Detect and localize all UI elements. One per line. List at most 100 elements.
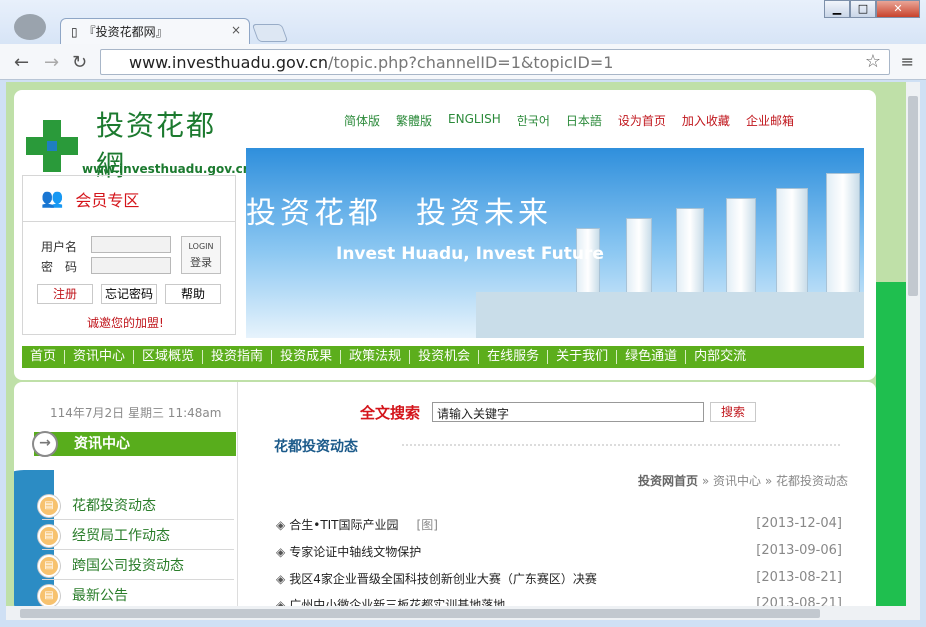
- link-set-homepage[interactable]: 设为首页: [618, 112, 666, 129]
- nav-results[interactable]: 投资成果: [272, 350, 342, 364]
- nav-home[interactable]: 首页: [22, 350, 66, 364]
- address-bar[interactable]: www.investhuadu.gov.cn/topic.php?channel…: [100, 49, 890, 75]
- news-center-label: 资讯中心: [74, 436, 130, 452]
- sidebar-item-label: 跨国公司投资动态: [72, 558, 184, 574]
- breadcrumb-news[interactable]: 资讯中心: [713, 474, 761, 488]
- sidebar-item-announcements[interactable]: ▤ 最新公告: [38, 582, 234, 606]
- search-input[interactable]: 请输入关键字: [432, 402, 704, 422]
- star-icon[interactable]: ☆: [865, 51, 881, 72]
- username-label: 用户名: [41, 240, 78, 254]
- nav-region[interactable]: 区域概览: [134, 350, 204, 364]
- nav-opportunities[interactable]: 投资机会: [410, 350, 480, 364]
- login-cn: 登录: [190, 256, 212, 269]
- link-simplified[interactable]: 简体版: [344, 112, 380, 129]
- section-title: 花都投资动态: [274, 439, 358, 455]
- banner-subtitle: Invest Huadu, Invest Future: [336, 244, 604, 264]
- register-button[interactable]: 注册: [37, 284, 93, 304]
- sidebar-item-huadu-news[interactable]: ▤ 花都投资动态: [38, 492, 234, 520]
- invite-text: 诚邀您的加盟!: [87, 316, 164, 330]
- browser-tab[interactable]: ▯ 『投资花都网』 ×: [60, 18, 250, 44]
- bullet-icon: ◈: [276, 572, 286, 586]
- document-icon: ▤: [38, 525, 60, 547]
- link-english[interactable]: ENGLISH: [448, 112, 501, 129]
- news-date: [2013-12-04]: [756, 516, 842, 531]
- nav-green-channel[interactable]: 绿色通道: [617, 350, 687, 364]
- login-button[interactable]: LOGIN 登录: [181, 236, 221, 274]
- sidebar-item-label: 花都投资动态: [72, 498, 156, 514]
- menu-icon[interactable]: ≡: [901, 52, 914, 71]
- login-en: LOGIN: [188, 242, 214, 251]
- news-center-heading[interactable]: → 资讯中心: [32, 431, 236, 457]
- main-nav: 首页 资讯中心 区域概览 投资指南 投资成果 政策法规 投资机会 在线服务 关于…: [22, 346, 864, 368]
- back-icon[interactable]: ←: [14, 52, 29, 73]
- news-title[interactable]: 我区4家企业晋级全国科技创新创业大赛（广东赛区）决赛: [289, 572, 597, 586]
- password-label: 密 码: [41, 260, 78, 274]
- news-date: [2013-09-06]: [756, 543, 842, 558]
- forward-icon[interactable]: →: [44, 52, 59, 73]
- tab-title: 『投资花都网』: [83, 25, 168, 39]
- search-label: 全文搜索: [360, 404, 421, 422]
- link-japanese[interactable]: 日本語: [566, 112, 602, 129]
- news-row[interactable]: ◈ 专家论证中轴线文物保护 [2013-09-06]: [276, 543, 842, 563]
- new-tab-button[interactable]: [251, 24, 289, 42]
- link-korean[interactable]: 한국어: [517, 112, 550, 129]
- sidebar-item-multinational-news[interactable]: ▤ 跨国公司投资动态: [38, 552, 234, 580]
- members-icon: 👥: [41, 188, 64, 209]
- banner-image: 投资花都 投资未来 Invest Huadu, Invest Future: [246, 148, 864, 338]
- sidebar: 114年7月2日 星期三 11:48am → 资讯中心 ▤ 花都投资动态 ▤ 经贸局…: [14, 382, 238, 606]
- nav-internal[interactable]: 内部交流: [686, 350, 754, 364]
- link-enterprise-mail[interactable]: 企业邮箱: [746, 112, 794, 129]
- breadcrumb-sep: »: [698, 474, 713, 488]
- banner-title: 投资花都 投资未来: [246, 196, 552, 231]
- scroll-thumb[interactable]: [908, 96, 918, 296]
- link-add-favorite[interactable]: 加入收藏: [682, 112, 730, 129]
- scroll-thumb[interactable]: [20, 609, 820, 618]
- member-title: 会员专区: [75, 190, 140, 210]
- sidebar-item-label: 经贸局工作动态: [72, 528, 170, 544]
- sidebar-item-label: 最新公告: [72, 588, 128, 604]
- breadcrumb-home[interactable]: 投资网首页: [638, 474, 698, 488]
- current-date: 114年7月2日 星期三 11:48am: [50, 406, 222, 420]
- news-row[interactable]: ◈ 合生•TIT国际产业园 [图] [2013-12-04]: [276, 516, 842, 536]
- link-traditional[interactable]: 繁體版: [396, 112, 432, 129]
- news-title[interactable]: 合生•TIT国际产业园: [289, 518, 398, 532]
- news-title[interactable]: 广州中小微企业新三板花都实训基地落地: [289, 598, 505, 606]
- maximize-button[interactable]: □: [850, 0, 876, 18]
- close-tab-icon[interactable]: ×: [231, 23, 241, 37]
- news-row[interactable]: ◈ 我区4家企业晋级全国科技创新创业大赛（广东赛区）决赛 [2013-08-21]: [276, 570, 842, 590]
- help-button[interactable]: 帮助: [165, 284, 221, 304]
- document-icon: ▤: [38, 555, 60, 577]
- news-date: [2013-08-21]: [756, 570, 842, 585]
- breadcrumb: 投资网首页 » 资讯中心 » 花都投资动态: [638, 472, 848, 489]
- content-panel: 114年7月2日 星期三 11:48am → 资讯中心 ▤ 花都投资动态 ▤ 经贸局…: [14, 382, 876, 606]
- minimize-button[interactable]: ▁: [824, 0, 850, 18]
- close-window-button[interactable]: ✕: [876, 0, 920, 18]
- nav-policy[interactable]: 政策法规: [341, 350, 411, 364]
- username-input[interactable]: [91, 236, 171, 253]
- news-row[interactable]: ◈ 广州中小微企业新三板花都实训基地落地 [2013-08-21]: [276, 596, 842, 606]
- nav-about[interactable]: 关于我们: [548, 350, 618, 364]
- nav-online-service[interactable]: 在线服务: [479, 350, 549, 364]
- image-tag: [图]: [416, 518, 438, 532]
- news-date: [2013-08-21]: [756, 596, 842, 606]
- reload-icon[interactable]: ↻: [72, 52, 87, 73]
- password-input[interactable]: [91, 257, 171, 274]
- sidebar-item-bureau-news[interactable]: ▤ 经贸局工作动态: [38, 522, 234, 550]
- logo-cross-icon: [26, 120, 78, 172]
- nav-news[interactable]: 资讯中心: [65, 350, 135, 364]
- breadcrumb-sep: »: [761, 474, 776, 488]
- page-icon: ▯: [71, 24, 78, 39]
- forgot-password-button[interactable]: 忘记密码: [101, 284, 157, 304]
- horizontal-scrollbar[interactable]: [6, 606, 920, 620]
- news-title[interactable]: 专家论证中轴线文物保护: [289, 545, 421, 559]
- member-panel: 👥 会员专区 用户名 密 码 LOGIN 登录 注册 忘记密码 帮助 诚邀您的加…: [22, 175, 236, 335]
- page-viewport: 投资花都網 www.investhuadu.gov.cn 简体版 繁體版 ENG…: [6, 82, 906, 606]
- url-host: www.investhuadu.gov.cn: [129, 53, 329, 72]
- bullet-icon: ◈: [276, 598, 286, 606]
- browser-toolbar: ← → ↻ www.investhuadu.gov.cn/topic.php?c…: [0, 44, 926, 80]
- nav-guide[interactable]: 投资指南: [203, 350, 273, 364]
- site-logo[interactable]: 投资花都網 www.investhuadu.gov.cn: [26, 102, 251, 182]
- vertical-scrollbar[interactable]: [906, 82, 920, 606]
- top-links: 简体版 繁體版 ENGLISH 한국어 日本語 设为首页 加入收藏 企业邮箱: [344, 112, 794, 129]
- search-button[interactable]: 搜索: [710, 402, 756, 422]
